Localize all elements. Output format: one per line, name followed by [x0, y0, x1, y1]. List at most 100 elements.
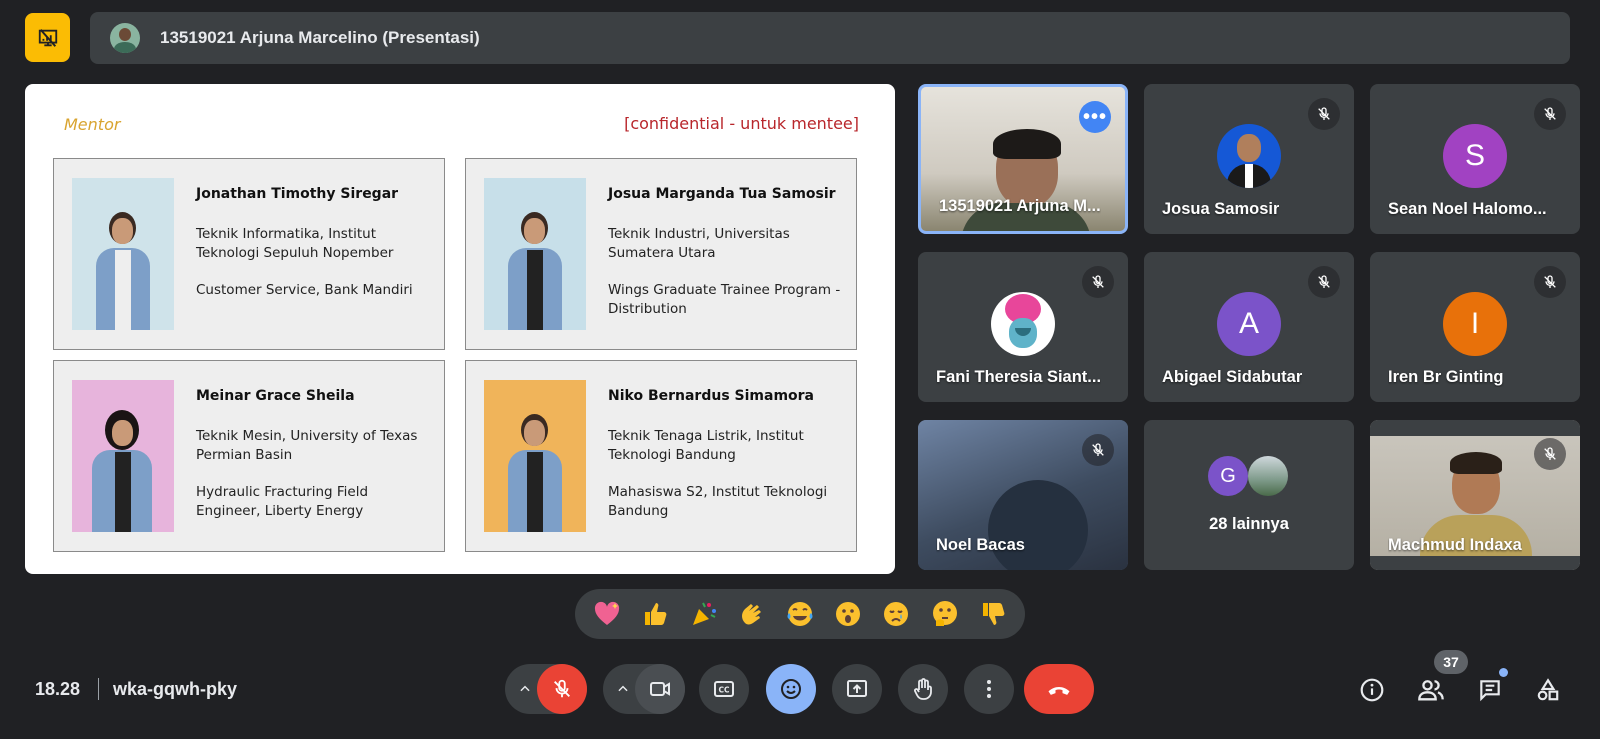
thinking-face-icon[interactable]: [925, 594, 965, 634]
tears-of-joy-icon[interactable]: [780, 594, 820, 634]
mic-off-icon: [1534, 438, 1566, 470]
more-options-button[interactable]: [964, 664, 1014, 714]
participant-avatar: A: [1217, 292, 1281, 356]
others-count-label: 28 lainnya: [1209, 515, 1289, 533]
presenter-banner: 13519021 Arjuna Marcelino (Presentasi): [90, 12, 1570, 64]
chat-icon: [1480, 680, 1500, 702]
leave-call-button[interactable]: [1024, 664, 1094, 714]
shared-slide: Mentor [confidential - untuk mentee] Jon…: [25, 84, 895, 574]
mentor-job: Mahasiswa S2, Institut Teknologi Bandung: [608, 484, 828, 519]
participant-tile[interactable]: Machmud Indaxa: [1370, 420, 1580, 570]
people-button[interactable]: [1415, 674, 1447, 706]
more-vert-icon: [987, 680, 991, 698]
mentor-education: Teknik Mesin, University of Texas Permia…: [196, 428, 418, 463]
mic-off-icon: [1534, 266, 1566, 298]
mentor-card: Josua Marganda Tua Samosir Teknik Indust…: [465, 158, 857, 350]
mentor-education: Teknik Industri, Universitas Sumatera Ut…: [608, 226, 790, 261]
mic-off-icon: [554, 679, 570, 698]
mic-off-icon: [1534, 98, 1566, 130]
participant-name: Iren Br Ginting: [1388, 368, 1504, 386]
captions-icon: CC: [714, 681, 734, 697]
camera-toggle-button[interactable]: [635, 664, 685, 714]
chevron-up-icon[interactable]: [510, 664, 540, 714]
mentor-photo: [72, 178, 174, 330]
divider: [98, 678, 99, 700]
participant-name: Abigael Sidabutar: [1162, 368, 1303, 386]
camera-icon: [650, 682, 670, 696]
mic-toggle-button[interactable]: [537, 664, 587, 714]
meeting-code: wka-gqwh-pky: [113, 679, 238, 699]
meeting-details-button[interactable]: [1356, 674, 1388, 706]
participant-tile[interactable]: Noel Bacas: [918, 420, 1128, 570]
party-popper-icon[interactable]: [684, 594, 724, 634]
mentor-name: Josua Marganda Tua Samosir: [608, 186, 836, 202]
mic-off-icon: [1082, 266, 1114, 298]
activities-button[interactable]: [1532, 674, 1564, 706]
unread-indicator: [1499, 668, 1508, 677]
participant-avatar: [1248, 456, 1288, 496]
surprised-face-icon[interactable]: [828, 594, 868, 634]
mentor-job: Wings Graduate Trainee Program - Distrib…: [608, 282, 841, 317]
participant-tile[interactable]: Fani Theresia Siant...: [918, 252, 1128, 402]
mentor-name: Jonathan Timothy Siregar: [196, 186, 399, 202]
participant-name: 13519021 Arjuna M...: [939, 197, 1101, 215]
mentor-name: Meinar Grace Sheila: [196, 388, 355, 404]
participant-tile[interactable]: S Sean Noel Halomo...: [1370, 84, 1580, 234]
participant-tile-others[interactable]: G 28 lainnya: [1144, 420, 1354, 570]
reactions-bar: [575, 589, 1025, 639]
thumbs-down-icon[interactable]: [973, 594, 1013, 634]
participant-avatar: [1217, 124, 1281, 188]
presenter-avatar: [110, 23, 140, 53]
more-options-icon[interactable]: •••: [1079, 101, 1111, 133]
present-screen-icon: [847, 680, 867, 697]
raise-hand-button[interactable]: [898, 664, 948, 714]
participant-name: Sean Noel Halomo...: [1388, 200, 1547, 218]
chat-button[interactable]: [1474, 674, 1506, 706]
clapping-hands-icon[interactable]: [732, 594, 772, 634]
present-now-button[interactable]: [832, 664, 882, 714]
mentor-job: Customer Service, Bank Mandiri: [196, 282, 413, 298]
people-icon: [1418, 680, 1444, 701]
mentor-card: Niko Bernardus Simamora Teknik Tenaga Li…: [465, 360, 857, 552]
mentor-photo: [484, 380, 586, 532]
participant-avatar: S: [1443, 124, 1507, 188]
participant-avatar: I: [1443, 292, 1507, 356]
presenter-title: 13519021 Arjuna Marcelino (Presentasi): [160, 28, 480, 47]
mentor-photo: [72, 380, 174, 532]
participant-tile[interactable]: Josua Samosir: [1144, 84, 1354, 234]
mentor-job: Hydraulic Fracturing Field Engineer, Lib…: [196, 484, 369, 519]
hand-icon: [914, 678, 932, 700]
activities-icon: [1537, 678, 1559, 701]
mic-off-icon: [1082, 434, 1114, 466]
presentation-icon[interactable]: [25, 13, 70, 62]
mic-off-icon: [1308, 266, 1340, 298]
thumbs-up-icon[interactable]: [635, 594, 675, 634]
crying-face-icon[interactable]: [876, 594, 916, 634]
emoji-reactions-button[interactable]: [766, 664, 816, 714]
participant-tile[interactable]: I Iren Br Ginting: [1370, 252, 1580, 402]
participant-count-badge: 37: [1434, 650, 1468, 674]
chevron-up-icon[interactable]: [608, 664, 638, 714]
mentor-name: Niko Bernardus Simamora: [608, 388, 815, 404]
svg-text:CC: CC: [718, 686, 730, 695]
participant-tile-pinned[interactable]: ••• 13519021 Arjuna M...: [918, 84, 1128, 234]
smiley-icon: [781, 679, 801, 699]
slide-confidential-label: [confidential - untuk mentee]: [624, 114, 859, 133]
participant-name: Noel Bacas: [936, 536, 1025, 554]
participant-avatar: G: [1208, 456, 1248, 496]
sparkling-heart-icon[interactable]: [587, 594, 627, 634]
participant-name: Fani Theresia Siant...: [936, 368, 1102, 386]
info-icon: [1360, 678, 1384, 702]
captions-button[interactable]: CC: [699, 664, 749, 714]
mentor-card: Jonathan Timothy Siregar Teknik Informat…: [53, 158, 445, 350]
participant-name: Machmud Indaxa: [1388, 536, 1522, 554]
participant-avatar: [991, 292, 1055, 356]
mic-off-icon: [1308, 98, 1340, 130]
mentor-card: Meinar Grace Sheila Teknik Mesin, Univer…: [53, 360, 445, 552]
participant-name: Josua Samosir: [1162, 200, 1280, 218]
slide-section-label: Mentor: [64, 115, 121, 134]
meeting-clock: 18.28: [35, 679, 81, 699]
mentor-photo: [484, 178, 586, 330]
participant-tile[interactable]: A Abigael Sidabutar: [1144, 252, 1354, 402]
mentor-education: Teknik Informatika, Institut Teknologi S…: [196, 226, 394, 261]
